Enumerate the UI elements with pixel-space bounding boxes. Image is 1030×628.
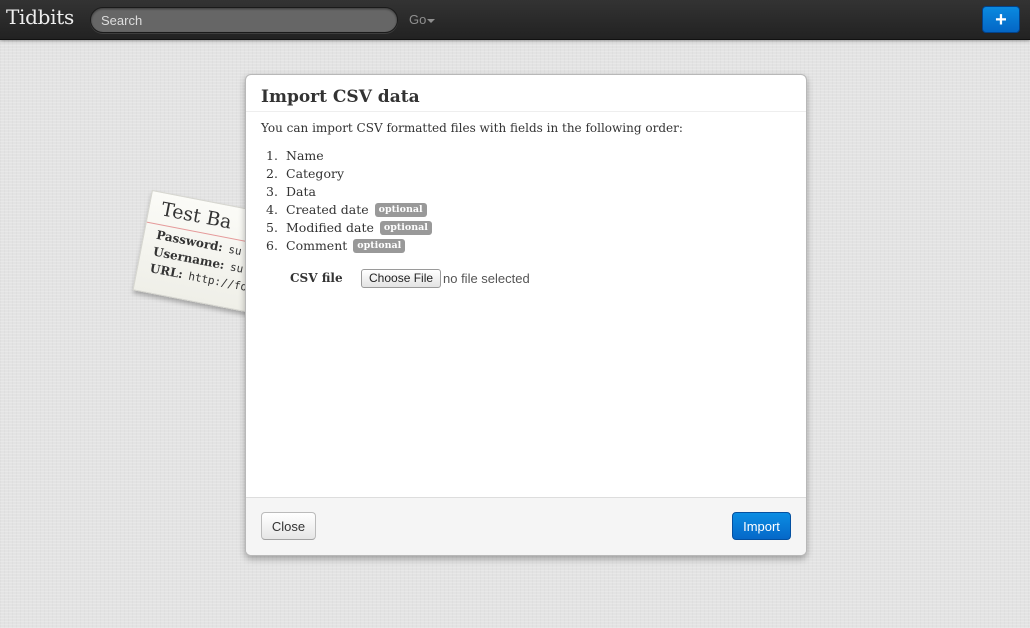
optional-badge: optional bbox=[374, 202, 427, 217]
list-item: 4. Created date optional bbox=[266, 201, 432, 219]
modal-footer: Close Import bbox=[246, 497, 806, 555]
go-dropdown[interactable]: Go bbox=[409, 12, 436, 27]
list-item-label: Name bbox=[286, 148, 324, 163]
list-item: 6. Comment optional bbox=[266, 237, 432, 255]
import-button[interactable]: Import bbox=[732, 512, 791, 540]
search-input[interactable] bbox=[90, 7, 398, 33]
list-item-label: Comment bbox=[286, 238, 348, 253]
modal-title: Import CSV data bbox=[261, 87, 420, 107]
list-item: 5. Modified date optional bbox=[266, 219, 432, 237]
note-card-row-value: su bbox=[228, 260, 245, 276]
note-card-row-value: su bbox=[227, 242, 243, 259]
list-item-number: 4. bbox=[266, 202, 278, 217]
caret-down-icon bbox=[427, 18, 436, 23]
list-item-number: 1. bbox=[266, 148, 278, 163]
go-label: Go bbox=[409, 12, 427, 27]
list-item-number: 2. bbox=[266, 166, 278, 181]
list-item-number: 6. bbox=[266, 238, 278, 253]
list-item-label: Category bbox=[286, 166, 345, 181]
list-item-label: Modified date bbox=[286, 220, 374, 235]
note-card-row-label: URL: bbox=[148, 261, 185, 282]
file-status-text: no file selected bbox=[443, 271, 530, 286]
list-item-label: Data bbox=[286, 184, 316, 199]
brand-logo[interactable]: Tidbits bbox=[6, 5, 74, 29]
list-item-number: 5. bbox=[266, 220, 278, 235]
modal-intro-text: You can import CSV formatted files with … bbox=[261, 121, 683, 135]
list-item-number: 3. bbox=[266, 184, 278, 199]
list-item: 2. Category bbox=[266, 165, 432, 183]
import-csv-modal: Import CSV data You can import CSV forma… bbox=[245, 74, 807, 556]
csv-file-label: CSV file bbox=[290, 271, 343, 285]
modal-header: Import CSV data bbox=[246, 75, 806, 112]
note-card-title: Test Ba bbox=[159, 198, 234, 234]
list-item: 1. Name bbox=[266, 147, 432, 165]
optional-badge: optional bbox=[379, 220, 432, 235]
optional-badge: optional bbox=[353, 238, 406, 253]
csv-field-list: 1. Name 2. Category 3. Data 4. Created date … bbox=[266, 147, 432, 255]
top-navbar: Tidbits Go + bbox=[0, 0, 1030, 40]
close-button[interactable]: Close bbox=[261, 512, 316, 540]
list-item: 3. Data bbox=[266, 183, 432, 201]
choose-file-button[interactable]: Choose File bbox=[361, 269, 442, 288]
add-button[interactable]: + bbox=[982, 6, 1020, 33]
list-item-label: Created date bbox=[286, 202, 369, 217]
